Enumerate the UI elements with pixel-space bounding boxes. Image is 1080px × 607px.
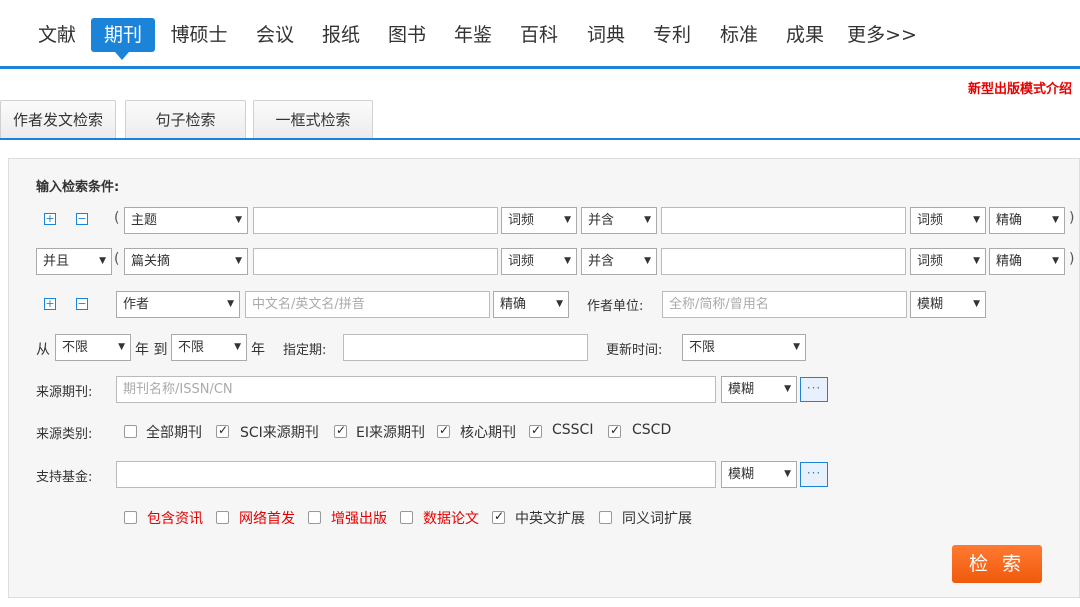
freq-select-1a[interactable]: 词频 <box>501 207 577 234</box>
nav-item-standard[interactable]: 标准 <box>712 18 766 52</box>
nav-item-book[interactable]: 图书 <box>380 18 434 52</box>
nav-item-achievement[interactable]: 成果 <box>778 18 832 52</box>
nav-item-patent[interactable]: 专利 <box>645 18 699 52</box>
panel-heading: 输入检索条件: <box>36 180 120 195</box>
paren-open-2: ( <box>114 251 120 267</box>
fund-input[interactable] <box>116 461 716 488</box>
nav-item-conference[interactable]: 会议 <box>248 18 302 52</box>
unit-match-select[interactable]: 模糊 <box>910 291 986 318</box>
new-mode-link[interactable]: 新型出版模式介绍 <box>968 78 1072 97</box>
journal-match-select[interactable]: 模糊 <box>721 376 797 403</box>
nav-item-newspaper[interactable]: 报纸 <box>314 18 368 52</box>
source-category-label: 来源类别: <box>36 427 93 442</box>
option-checkbox-enhanced[interactable] <box>308 511 321 524</box>
update-time-select[interactable]: 不限 <box>682 334 806 361</box>
option-checkbox-data-paper[interactable] <box>400 511 413 524</box>
to-year-select[interactable]: 不限 <box>171 334 247 361</box>
paren-close: ) <box>1069 210 1075 226</box>
author-field-select[interactable]: 作者 <box>116 291 240 318</box>
nav-item-encyclopedia[interactable]: 百科 <box>512 18 566 52</box>
paren-open: ( <box>114 210 120 226</box>
field-select-1[interactable]: 主题 <box>124 207 248 234</box>
freq-select-2a[interactable]: 词频 <box>501 248 577 275</box>
category-label-core: 核心期刊 <box>460 425 516 441</box>
nav-item-more[interactable]: 更多>> <box>846 18 918 52</box>
category-label-cscd: CSCD <box>632 422 672 438</box>
from-year-select[interactable]: 不限 <box>55 334 131 361</box>
add-row-icon[interactable]: + <box>44 213 56 225</box>
match-select-2[interactable]: 精确 <box>989 248 1065 275</box>
source-journal-label: 来源期刊: <box>36 385 93 400</box>
option-checkbox-bilingual[interactable] <box>492 509 505 524</box>
option-label-data-paper: 数据论文 <box>423 511 479 527</box>
active-tab-arrow-icon <box>115 52 129 60</box>
update-time-label: 更新时间: <box>606 343 663 358</box>
top-nav: 文献 期刊 博硕士 会议 报纸 图书 年鉴 百科 词典 专利 标准 成果 更多>… <box>0 0 1080 68</box>
period-label: 指定期: <box>283 343 327 358</box>
search-button[interactable]: 检 索 <box>952 545 1042 583</box>
author-match-select[interactable]: 精确 <box>493 291 569 318</box>
category-label-cssci: CSSCI <box>552 422 594 438</box>
year-label: 年 <box>251 342 265 358</box>
add-author-row-icon[interactable]: + <box>44 298 56 310</box>
option-label-synonym: 同义词扩展 <box>622 511 692 527</box>
tab-author-search[interactable]: 作者发文检索 <box>0 100 116 139</box>
field-select-2[interactable]: 篇关摘 <box>124 248 248 275</box>
category-checkbox-ei[interactable] <box>334 423 347 438</box>
option-label-news: 包含资讯 <box>147 511 203 527</box>
nav-item-yearbook[interactable]: 年鉴 <box>446 18 500 52</box>
combine-select-2[interactable]: 并含 <box>581 248 657 275</box>
category-label-ei: EI来源期刊 <box>356 425 425 441</box>
tab-sentence-search[interactable]: 句子检索 <box>125 100 246 139</box>
fund-more-button[interactable]: ··· <box>800 462 828 487</box>
author-input[interactable]: 中文名/英文名/拼音 <box>245 291 490 318</box>
option-checkbox-synonym[interactable] <box>599 511 612 524</box>
logic-select-2[interactable]: 并且 <box>36 248 112 275</box>
keyword-input-2[interactable] <box>253 248 498 275</box>
nav-item-thesis[interactable]: 博硕士 <box>163 18 235 52</box>
remove-row-icon[interactable]: − <box>76 213 88 225</box>
keyword-input-1[interactable] <box>253 207 498 234</box>
tab-single-box-search[interactable]: 一框式检索 <box>253 100 373 139</box>
keyword-input-2b[interactable] <box>661 248 906 275</box>
category-checkbox-cscd[interactable] <box>608 423 621 438</box>
category-label-all: 全部期刊 <box>146 425 202 441</box>
freq-select-1b[interactable]: 词频 <box>910 207 986 234</box>
from-label: 从 <box>36 342 50 358</box>
keyword-input-1b[interactable] <box>661 207 906 234</box>
author-unit-label: 作者单位: <box>587 299 644 314</box>
nav-item-journal[interactable]: 期刊 <box>91 18 155 52</box>
nav-item-dictionary[interactable]: 词典 <box>579 18 633 52</box>
tabs-divider <box>0 138 1080 140</box>
nav-divider <box>0 66 1080 69</box>
nav-item-literature[interactable]: 文献 <box>28 18 86 52</box>
combine-select-1[interactable]: 并含 <box>581 207 657 234</box>
journal-more-button[interactable]: ··· <box>800 377 828 402</box>
option-label-online-first: 网络首发 <box>239 511 295 527</box>
fund-label: 支持基金: <box>36 470 93 485</box>
category-checkbox-all[interactable] <box>124 425 137 438</box>
paren-close-2: ) <box>1069 251 1075 267</box>
period-input[interactable] <box>343 334 588 361</box>
year-to-label: 年 到 <box>135 342 168 358</box>
fund-match-select[interactable]: 模糊 <box>721 461 797 488</box>
option-label-enhanced: 增强出版 <box>331 511 387 527</box>
freq-select-2b[interactable]: 词频 <box>910 248 986 275</box>
remove-author-row-icon[interactable]: − <box>76 298 88 310</box>
option-checkbox-online-first[interactable] <box>216 511 229 524</box>
match-select-1[interactable]: 精确 <box>989 207 1065 234</box>
option-checkbox-news[interactable] <box>124 511 137 524</box>
option-label-bilingual: 中英文扩展 <box>515 511 585 527</box>
category-label-sci: SCI来源期刊 <box>240 425 319 441</box>
category-checkbox-sci[interactable] <box>216 423 229 438</box>
source-journal-input[interactable]: 期刊名称/ISSN/CN <box>116 376 716 403</box>
category-checkbox-cssci[interactable] <box>529 423 542 438</box>
author-unit-input[interactable]: 全称/简称/曾用名 <box>662 291 907 318</box>
category-checkbox-core[interactable] <box>437 423 450 438</box>
